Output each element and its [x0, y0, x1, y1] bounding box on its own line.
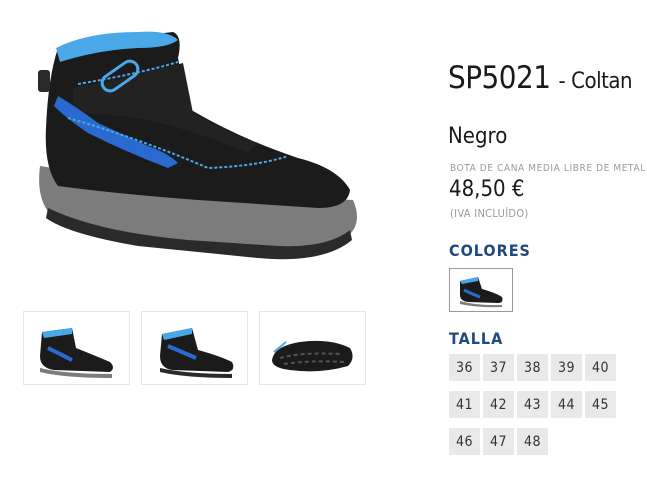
boot-sole-view-icon [272, 340, 353, 372]
size-option[interactable]: 41 [449, 391, 480, 418]
boot-thumbnail-icon [460, 277, 503, 308]
title-separator: - [558, 69, 566, 94]
size-row: 36 37 38 39 40 [449, 354, 619, 381]
size-option[interactable]: 38 [517, 354, 548, 381]
size-row: 41 42 43 44 45 [449, 391, 619, 418]
boot-side-view-icon [40, 328, 113, 378]
size-selector: 36 37 38 39 40 41 42 43 44 45 46 47 48 [449, 354, 619, 465]
colors-label: COLORES [449, 241, 531, 260]
color-option-black[interactable] [449, 268, 513, 312]
main-product-image[interactable] [18, 18, 378, 280]
size-option[interactable]: 47 [483, 428, 514, 455]
size-option[interactable]: 37 [483, 354, 514, 381]
size-row: 46 47 48 [449, 428, 619, 455]
size-option[interactable]: 48 [517, 428, 548, 455]
product-code: SP5021 [448, 60, 551, 96]
tax-note: (IVA INCLUÍDO) [450, 207, 529, 220]
size-option[interactable]: 45 [585, 391, 616, 418]
boot-three-quarter-view-icon [160, 328, 234, 378]
gallery-thumbnail-3[interactable] [259, 311, 366, 385]
size-option[interactable]: 40 [585, 354, 616, 381]
size-option[interactable]: 39 [551, 354, 582, 381]
gallery-thumbnail-2[interactable] [141, 311, 248, 385]
size-option[interactable]: 44 [551, 391, 582, 418]
boot-main-illustration [38, 31, 357, 260]
size-option[interactable]: 36 [449, 354, 480, 381]
size-option[interactable]: 43 [517, 391, 548, 418]
product-price: 48,50 € [449, 177, 525, 202]
product-color-name: Negro [448, 124, 508, 149]
product-model: Coltan [571, 69, 633, 94]
size-label: TALLA [449, 329, 504, 348]
product-description: BOTA DE CANA MEDIA LIBRE DE METAL... [450, 163, 645, 174]
product-title: SP5021- Coltan [448, 60, 633, 96]
size-option[interactable]: 42 [483, 391, 514, 418]
gallery-thumbnail-1[interactable] [23, 311, 130, 385]
size-option[interactable]: 46 [449, 428, 480, 455]
